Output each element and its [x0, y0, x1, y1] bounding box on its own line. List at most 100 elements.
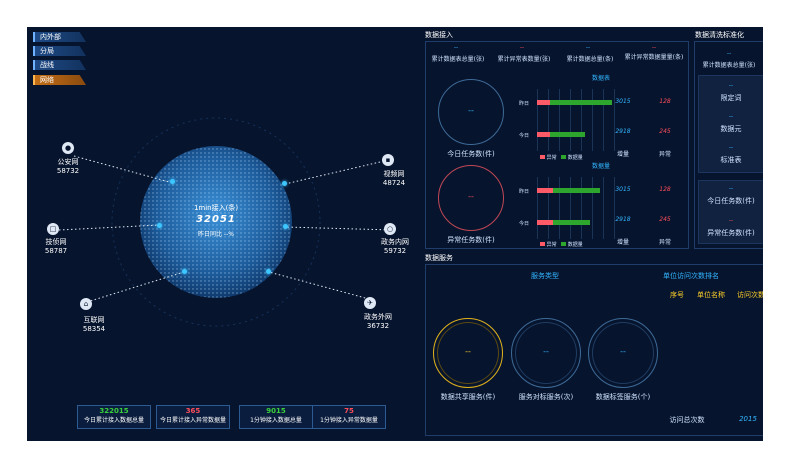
standard-item-value: --	[728, 113, 734, 120]
benchmark-service-label: 服务对标服务(次)	[518, 393, 574, 401]
standard-abn-label: 异常任务数(件)	[707, 229, 755, 237]
stat-label: 1分钟接入异常数据量	[320, 417, 378, 424]
node-internet[interactable]: 互联网 58354	[69, 316, 119, 334]
stat-today-total: 322015 今日累计接入数据总量	[77, 405, 151, 429]
node-gov-external-network[interactable]: 政务外网 36732	[353, 313, 403, 331]
share-service-value: --	[465, 347, 471, 356]
node-name: 公安网	[57, 158, 79, 166]
table-bar-today-abnormal	[537, 132, 550, 137]
legend-volume: 数据量	[567, 155, 583, 161]
node-name: 互联网	[83, 316, 105, 324]
service-type-heading: 服务类型	[531, 272, 559, 280]
volume-legend: 异常 数据量	[540, 241, 583, 248]
stat-value: 9015	[266, 407, 286, 415]
connection-dot	[283, 224, 288, 229]
stat-minute-abnormal: 75 1分钟接入异常数据量	[312, 405, 386, 429]
connection-dot	[182, 269, 187, 274]
visit-total-value: 2015	[739, 415, 757, 423]
stat-today-abnormal: 365 今日累计接入异常数据量	[156, 405, 230, 429]
node-name: 政务内网	[381, 238, 409, 246]
node-video-network[interactable]: 视频网 48724	[369, 170, 419, 188]
access-top-value: --	[453, 44, 459, 51]
access-top-value: --	[585, 44, 591, 51]
stat-label: 1分钟接入数据总量	[250, 417, 302, 424]
gov-external-network-icon[interactable]: ✈	[364, 297, 376, 309]
table-inc-value: 3015	[615, 98, 631, 105]
abnormal-task-value: --	[468, 192, 474, 201]
tag-service-label: 数据标签服务(个)	[595, 393, 651, 401]
volume-inc-value: 2918	[615, 216, 631, 223]
volume-bar-today-volume	[553, 220, 590, 225]
legend-abnormal: 异常	[546, 155, 557, 161]
standard-item-value: --	[728, 144, 734, 151]
video-network-icon[interactable]: ▪	[382, 154, 394, 166]
volume-bar-yesterday-abnormal	[537, 188, 553, 193]
node-value: 58787	[44, 247, 68, 255]
internet-icon[interactable]: ⌂	[80, 298, 92, 310]
node-tech-network[interactable]: 技侦网 58787	[31, 238, 81, 256]
stat-value: 322015	[99, 407, 129, 415]
table-legend: 异常 数据量	[540, 154, 583, 161]
gov-internal-network-icon[interactable]: ○	[384, 223, 396, 235]
node-name: 视频网	[383, 170, 405, 178]
access-top-label: 累计异常数据量量(条)	[624, 54, 684, 61]
connection-dot	[266, 269, 271, 274]
table-bar-yesterday-volume	[550, 100, 612, 105]
access-top-label: 累计异常表数量(张)	[497, 56, 551, 63]
col-inc-label: 增量	[616, 151, 629, 158]
bar-row-label: 昨日	[518, 101, 529, 107]
node-name: 政务外网	[364, 313, 392, 321]
service-section-title: 数据服务	[425, 254, 453, 262]
standard-item-label: 标准表	[720, 156, 742, 164]
abnormal-task-label: 异常任务数(件)	[447, 236, 495, 244]
bar-row-label: 今日	[518, 133, 529, 139]
node-gov-internal-network[interactable]: 政务内网 59732	[370, 238, 420, 256]
standard-task-value: --	[728, 185, 734, 192]
benchmark-service-value: --	[543, 347, 549, 356]
globe-compare: 昨日同比 --%	[198, 231, 234, 238]
standard-item-value: --	[728, 82, 734, 89]
globe-title: 1min接入(条)	[193, 204, 239, 212]
stat-value: 365	[185, 407, 201, 415]
stat-minute-total: 9015 1分钟接入数据总量	[239, 405, 313, 429]
police-network-icon[interactable]: ●	[62, 142, 74, 154]
connection-dot	[157, 223, 162, 228]
tag-service-value: --	[620, 347, 626, 356]
standard-total-value: --	[726, 50, 732, 57]
share-service-label: 数据共享服务(件)	[440, 393, 496, 401]
volume-bar-today-abnormal	[537, 220, 553, 225]
rank-col-index: 序号	[670, 291, 684, 299]
standard-section-title: 数据清洗标准化	[695, 31, 744, 39]
service-rank-heading: 单位访问次数排名	[663, 272, 719, 280]
today-task-label: 今日任务数(件)	[447, 150, 495, 158]
table-abn-value: 245	[659, 128, 671, 135]
node-police-network[interactable]: 公安网 58732	[43, 158, 93, 176]
dashboard-screen: 内外部 分局 战线 网络 1min接入(条) 32051 昨日同比 --% ● …	[27, 27, 763, 441]
access-top-label: 累计数据表总量(张)	[431, 56, 485, 63]
table-bar-yesterday-abnormal	[537, 100, 550, 105]
table-abn-value: 128	[659, 98, 671, 105]
col-abn-label: 异常	[658, 151, 671, 158]
volume-abn-value: 128	[659, 186, 671, 193]
standard-task-label: 今日任务数(件)	[707, 197, 755, 205]
node-value: 58732	[56, 167, 80, 175]
stat-label: 今日累计接入数据总量	[83, 417, 144, 424]
tech-network-icon[interactable]: □	[47, 223, 59, 235]
node-name: 技侦网	[45, 238, 67, 246]
connection-dot	[170, 179, 175, 184]
node-value: 59732	[383, 247, 407, 255]
bar-row-label: 昨日	[518, 189, 529, 195]
access-top-label: 累计数据总量(条)	[566, 56, 614, 63]
standard-item-label: 限定词	[720, 94, 742, 102]
table-bar-today-volume	[550, 132, 585, 137]
col-inc-label: 增量	[616, 239, 629, 246]
visit-total-label: 访问总次数	[669, 416, 705, 424]
standard-abn-value: --	[728, 217, 734, 224]
table-heading: 数据表	[591, 75, 610, 82]
today-task-value: --	[468, 106, 474, 115]
access-section-title: 数据接入	[425, 31, 453, 39]
volume-heading: 数据量	[591, 163, 610, 170]
globe-value: 32051	[196, 214, 236, 225]
node-value: 36732	[366, 322, 390, 330]
node-value: 58354	[82, 325, 106, 333]
